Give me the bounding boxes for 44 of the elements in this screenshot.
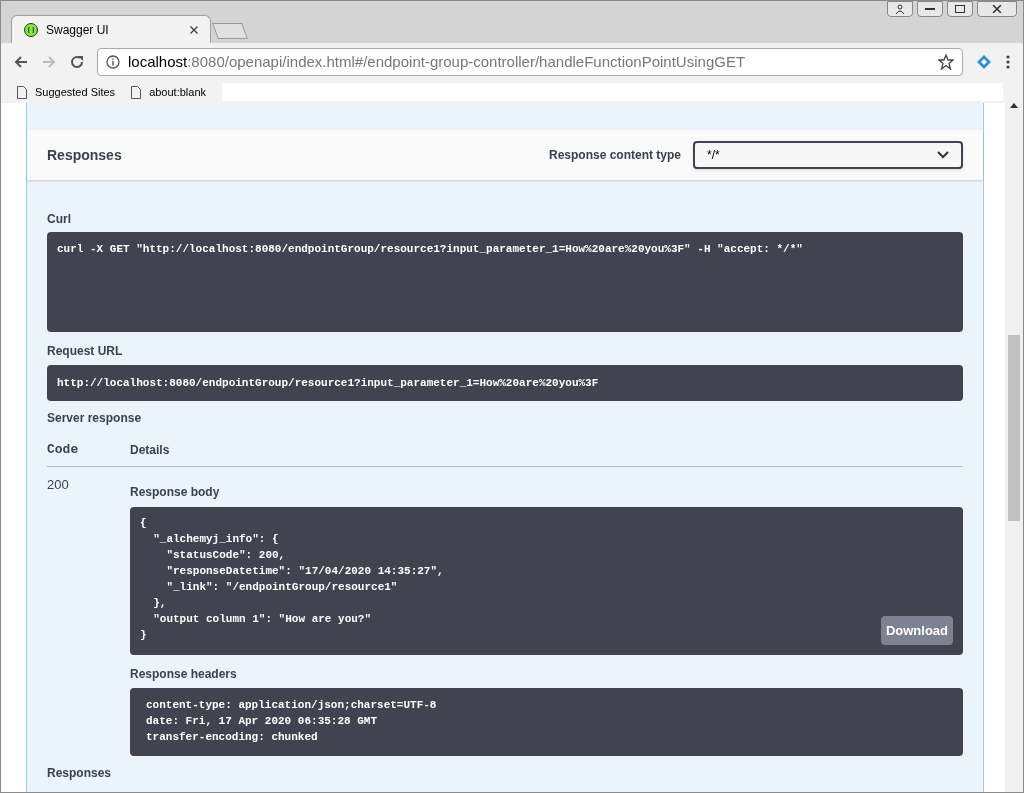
back-icon[interactable] [13, 54, 29, 70]
maximize-button[interactable] [947, 1, 973, 17]
response-body-label: Response body [130, 484, 221, 501]
response-headers-label: Response headers [130, 666, 238, 683]
chevron-down-icon [937, 151, 949, 159]
request-url-block: http://localhost:8080/endpointGroup/resource1?input_parameter_1=How%20are%20you%3F [47, 365, 963, 401]
maximize-icon [955, 5, 965, 13]
page-icon [17, 85, 27, 99]
curl-command-block: curl -X GET "http://localhost:8080/endpointGroup/resource1?input_parameter_1=How%20are%20you%3F" -H "accept: */*" [47, 232, 963, 332]
content-type-label: Response content type [548, 147, 681, 164]
reload-icon[interactable] [69, 54, 85, 70]
responses-label: Responses [47, 765, 113, 782]
scrollbar-thumb[interactable] [1008, 335, 1020, 521]
section-title: Responses [47, 145, 123, 165]
star-icon[interactable] [938, 54, 954, 70]
minimize-icon [925, 7, 935, 11]
content-type-select[interactable]: */* [693, 141, 963, 169]
bookmark-link[interactable]: Suggested Sites [35, 83, 116, 101]
column-header: Code [47, 440, 80, 459]
bookmark-link[interactable]: about:blank [149, 83, 206, 101]
server-response-label: Server response [47, 410, 143, 427]
close-icon[interactable] [190, 25, 198, 34]
profile-button[interactable] [887, 1, 913, 17]
scrollbar[interactable] [1005, 103, 1023, 792]
response-body-text: { "_alchemyj_info": { "statusCode": 200, "responseDatetime": "17/04/2020 14:35:27", "_link": "/endpointGroup/resource1" }, "output column 1": "How are you?" } [140, 516, 444, 643]
status-code: 200 [47, 476, 70, 494]
menu-icon[interactable] [1005, 54, 1011, 70]
download-button[interactable]: Download [880, 615, 953, 645]
request-url-label: Request URL [47, 343, 124, 360]
minimize-button[interactable] [917, 1, 943, 17]
close-window-button[interactable] [977, 1, 1017, 17]
tab-title: Swagger UI [46, 21, 110, 39]
person-icon [895, 4, 905, 14]
close-icon [992, 5, 1002, 13]
extension-icon[interactable] [975, 53, 993, 71]
swagger-logo-icon [24, 22, 38, 37]
column-header: Details [130, 441, 170, 459]
info-icon [106, 55, 120, 69]
curl-label: Curl [47, 211, 72, 228]
page-icon [131, 85, 142, 99]
response-headers-block: content-type: application/json;charset=UTF-8 date: Fri, 17 Apr 2020 06:35:28 GMT transfer-encoding: chunked [130, 688, 963, 756]
address-bar[interactable]: localhost:8080/openapi/index.html#/endpoint-group-controller/handleFunctionPointUsingGET [97, 48, 963, 76]
url-text: localhost:8080/openapi/index.html#/endpoint-group-controller/handleFunctionPointUsingGET [128, 51, 747, 72]
browser-tab[interactable]: Swagger UI [11, 15, 211, 43]
